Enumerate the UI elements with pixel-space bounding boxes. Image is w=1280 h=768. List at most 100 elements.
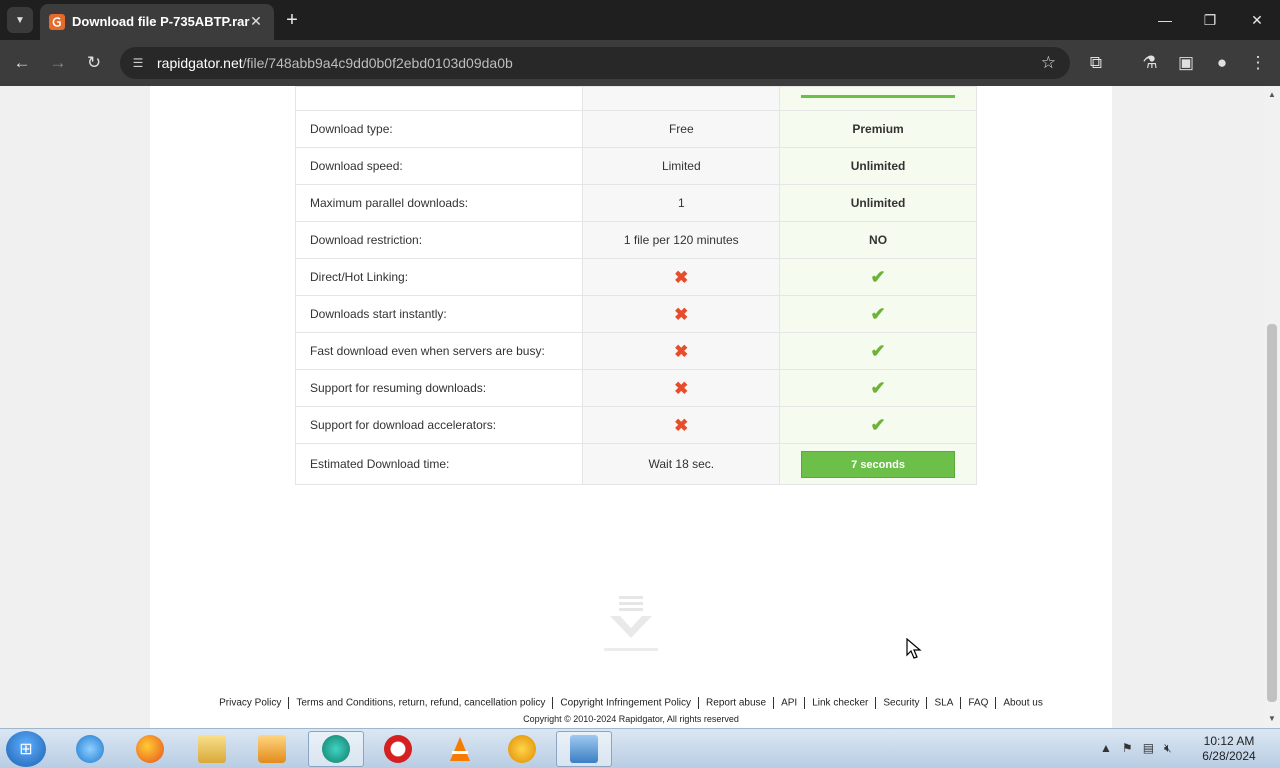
row-label: Download type: [294, 110, 584, 148]
table-row: Maximum parallel downloads: 1 Unlimited [294, 184, 977, 222]
footer-link-about[interactable]: About us [1003, 698, 1042, 709]
row-label: Support for resuming downloads: [294, 369, 584, 407]
profile-avatar-icon[interactable]: ● [1210, 51, 1234, 75]
cross-icon: ✖ [674, 341, 689, 361]
chrome-browser-icon[interactable] [308, 731, 364, 767]
free-wait-time: Wait 18 sec. [582, 443, 781, 485]
cross-icon: ✖ [674, 415, 689, 435]
close-window-icon[interactable]: ✕ [1247, 10, 1267, 30]
vertical-scrollbar[interactable]: ▲ ▼ [1264, 86, 1280, 728]
taskbar: ⊞ ▲ ⚑ ▤ 🔇︎ 10:12 AM 6/28/2024 [0, 728, 1280, 768]
premium-cell: Unlimited [779, 147, 977, 185]
table-row: Download type: Free Premium [294, 110, 977, 148]
divider [552, 697, 554, 709]
checkmark-icon: ✔ [870, 303, 886, 324]
control-panel-icon[interactable] [556, 731, 612, 767]
free-cell: Free [582, 110, 781, 148]
table-row: Support for download accelerators: ✖ ✔ [294, 406, 977, 444]
row-label: Download speed: [294, 147, 584, 185]
extensions-icon[interactable]: ⧉ [1084, 51, 1108, 75]
labs-flask-icon[interactable]: ⚗ [1138, 51, 1162, 75]
scroll-up-arrow-icon[interactable]: ▲ [1267, 90, 1277, 100]
rapidgator-favicon-icon [49, 14, 65, 30]
table-row [294, 86, 977, 111]
taskbar-clock[interactable]: 10:12 AM 6/28/2024 [1196, 734, 1262, 764]
row-label: Fast download even when servers are busy… [294, 332, 584, 370]
premium-button-edge [801, 94, 956, 98]
new-tab-button[interactable]: + [282, 10, 302, 30]
weather-app-icon[interactable] [494, 731, 550, 767]
free-cell: Limited [582, 147, 781, 185]
address-bar[interactable]: ☰ rapidgator.net/file/748abb9a4c9dd0b0f2… [120, 47, 1070, 79]
checkmark-icon: ✔ [870, 266, 886, 287]
cross-icon: ✖ [674, 304, 689, 324]
table-row: Fast download even when servers are busy… [294, 332, 977, 370]
footer-link-api[interactable]: API [781, 698, 797, 709]
table-row: Download speed: Limited Unlimited [294, 147, 977, 185]
tab-title: Download file P-735ABTP.rar [72, 14, 250, 29]
url-text[interactable]: rapidgator.net/file/748abb9a4c9dd0b0f2eb… [157, 55, 513, 71]
vlc-icon[interactable] [432, 731, 488, 767]
tab-search-button[interactable]: ▼ [7, 7, 33, 33]
restore-icon[interactable]: ❐ [1200, 10, 1220, 30]
comparison-table: Download type: Free Premium Download spe… [294, 86, 977, 485]
footer-link-security[interactable]: Security [883, 698, 919, 709]
divider [804, 697, 806, 709]
cross-icon: ✖ [674, 267, 689, 287]
footer-links: Privacy Policy Terms and Conditions, retu… [150, 697, 1112, 709]
footer-link-checker[interactable]: Link checker [812, 698, 868, 709]
media-player-icon[interactable] [244, 731, 300, 767]
clock-time: 10:12 AM [1203, 734, 1255, 748]
footer-link-privacy[interactable]: Privacy Policy [219, 698, 281, 709]
footer-link-terms[interactable]: Terms and Conditions, return, refund, ca… [296, 698, 545, 709]
footer-link-report[interactable]: Report abuse [706, 698, 766, 709]
reload-icon[interactable]: ↻ [82, 51, 106, 75]
bookmark-star-icon[interactable]: ☆ [1041, 53, 1056, 73]
scroll-down-arrow-icon[interactable]: ▼ [1267, 714, 1277, 724]
download-logo-icon [604, 596, 658, 651]
close-tab-icon[interactable]: ✕ [248, 13, 264, 29]
table-row: Support for resuming downloads: ✖ ✔ [294, 369, 977, 407]
action-center-flag-icon[interactable]: ⚑ [1122, 741, 1133, 755]
firefox-icon[interactable] [122, 731, 178, 767]
divider [960, 697, 962, 709]
checkmark-icon: ✔ [870, 414, 886, 435]
cross-icon: ✖ [674, 378, 689, 398]
tab-active[interactable]: Download file P-735ABTP.rar ✕ [40, 4, 274, 40]
checkmark-icon: ✔ [870, 340, 886, 361]
divider [926, 697, 928, 709]
footer-link-sla[interactable]: SLA [934, 698, 953, 709]
system-tray: ▲ ⚑ ▤ 🔇︎ [1100, 741, 1172, 756]
tab-bar: ▼ Download file P-735ABTP.rar ✕ + — ❐ ✕ [0, 0, 1280, 40]
divider [875, 697, 877, 709]
start-button[interactable]: ⊞ [6, 731, 46, 767]
row-label: Download restriction: [294, 221, 584, 259]
forward-arrow-icon[interactable]: → [46, 51, 70, 75]
footer-link-copyright[interactable]: Copyright Infringement Policy [560, 698, 691, 709]
row-label: Maximum parallel downloads: [294, 184, 584, 222]
side-panel-icon[interactable]: ▣ [1174, 51, 1198, 75]
show-hidden-icons-icon[interactable]: ▲ [1100, 741, 1112, 755]
row-label: Support for download accelerators: [294, 406, 584, 444]
minimize-icon[interactable]: — [1155, 10, 1175, 30]
windows-logo-icon: ⊞ [19, 741, 33, 758]
divider [698, 697, 700, 709]
checkmark-icon: ✔ [870, 377, 886, 398]
mouse-cursor-icon [906, 638, 922, 659]
back-arrow-icon[interactable]: ← [10, 51, 34, 75]
volume-muted-icon[interactable]: 🔇︎ [1164, 741, 1172, 755]
premium-download-button[interactable]: 7 seconds [801, 450, 956, 478]
footer-link-faq[interactable]: FAQ [968, 698, 988, 709]
opera-icon[interactable] [370, 731, 426, 767]
free-cell: 1 [582, 184, 781, 222]
file-explorer-icon[interactable] [184, 731, 240, 767]
clock-date: 6/28/2024 [1202, 749, 1256, 763]
premium-cell: NO [779, 221, 977, 259]
copyright-text: Copyright © 2010-2024 Rapidgator, All ri… [523, 714, 739, 724]
internet-explorer-icon[interactable] [62, 731, 118, 767]
network-icon[interactable]: ▤ [1143, 741, 1154, 755]
site-info-icon[interactable]: ☰ [130, 55, 146, 71]
scroll-thumb[interactable] [1267, 324, 1277, 702]
table-row: Download restriction: 1 file per 120 min… [294, 221, 977, 259]
menu-kebab-icon[interactable]: ⋮ [1246, 51, 1270, 75]
